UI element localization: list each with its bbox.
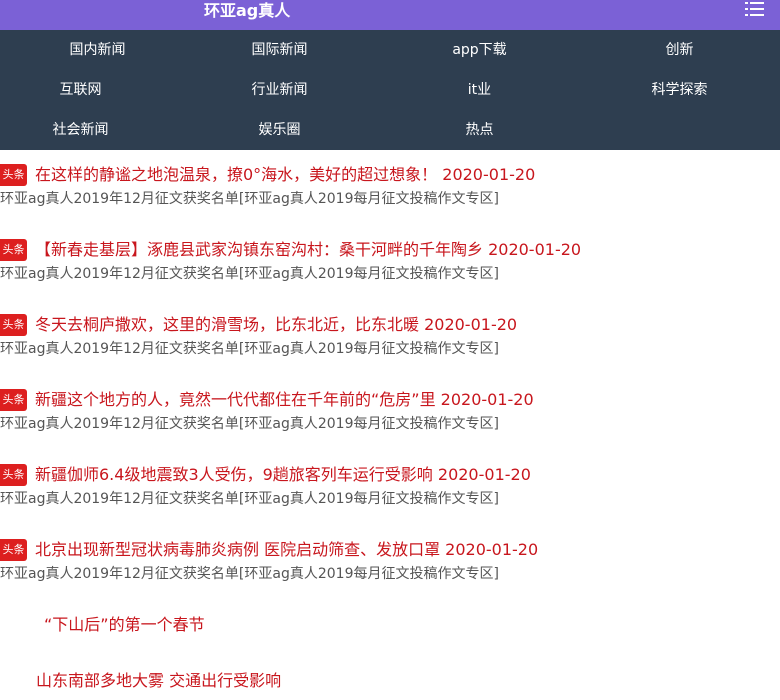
news-related-links: 环亚ag真人2019年12月征文获奖名单[环亚ag真人2019每月征文投稿作文专… <box>0 564 499 584</box>
contest-zone-link[interactable]: [环亚ag真人2019每月征文投稿作文专区] <box>239 266 499 282</box>
news-headline-link[interactable]: 冬天去桐庐撒欢，这里的滑雪场，比东北近，比东北暖 2020-01-20 <box>35 314 517 336</box>
contest-zone-link[interactable]: [环亚ag真人2019每月征文投稿作文专区] <box>239 341 499 357</box>
nav-item-innovation[interactable]: 创新 <box>582 30 777 70</box>
headline-badge: 头条 <box>0 464 27 486</box>
contest-winners-link[interactable]: 环亚ag真人2019年12月征文获奖名单 <box>0 341 239 357</box>
news-related-links: 环亚ag真人2019年12月征文获奖名单[环亚ag真人2019每月征文投稿作文专… <box>0 489 499 509</box>
contest-winners-link[interactable]: 环亚ag真人2019年12月征文获奖名单 <box>0 191 239 207</box>
extra-news-link[interactable]: 山东南部多地大雾 交通出行受影响 <box>36 670 281 692</box>
headline-badge: 头条 <box>0 164 27 186</box>
nav-item-social-news[interactable]: 社会新闻 <box>0 110 178 150</box>
nav-item-international-news[interactable]: 国际新闻 <box>182 30 377 70</box>
contest-winners-link[interactable]: 环亚ag真人2019年12月征文获奖名单 <box>0 266 239 282</box>
news-related-links: 环亚ag真人2019年12月征文获奖名单[环亚ag真人2019每月征文投稿作文专… <box>0 414 499 434</box>
top-bar: 环亚ag真人 <box>0 0 780 30</box>
contest-zone-link[interactable]: [环亚ag真人2019每月征文投稿作文专区] <box>239 566 499 582</box>
news-related-links: 环亚ag真人2019年12月征文获奖名单[环亚ag真人2019每月征文投稿作文专… <box>0 189 499 209</box>
headline-badge: 头条 <box>0 539 27 561</box>
contest-winners-link[interactable]: 环亚ag真人2019年12月征文获奖名单 <box>0 491 239 507</box>
nav-item-entertainment[interactable]: 娱乐圈 <box>182 110 377 150</box>
nav-item-internet[interactable]: 互联网 <box>0 70 178 110</box>
nav-item-it-industry[interactable]: it业 <box>382 70 577 110</box>
site-title[interactable]: 环亚ag真人 <box>204 0 290 22</box>
headline-badge: 头条 <box>0 239 27 261</box>
nav-item-industry-news[interactable]: 行业新闻 <box>182 70 377 110</box>
contest-zone-link[interactable]: [环亚ag真人2019每月征文投稿作文专区] <box>239 416 499 432</box>
contest-winners-link[interactable]: 环亚ag真人2019年12月征文获奖名单 <box>0 566 239 582</box>
headline-badge: 头条 <box>0 389 27 411</box>
list-menu-icon-glyph <box>745 2 764 16</box>
news-headline-link[interactable]: 新疆这个地方的人，竟然一代代都住在千年前的“危房”里 2020-01-20 <box>35 389 534 411</box>
nav-item-app-download[interactable]: app下载 <box>382 30 577 70</box>
news-related-links: 环亚ag真人2019年12月征文获奖名单[环亚ag真人2019每月征文投稿作文专… <box>0 339 499 359</box>
news-headline-link[interactable]: 北京出现新型冠状病毒肺炎病例 医院启动筛查、发放口罩 2020-01-20 <box>35 539 538 561</box>
news-headline-link[interactable]: 在这样的静谧之地泡温泉，撩0°海水，美好的超过想象！ 2020-01-20 <box>35 164 535 186</box>
list-menu-icon[interactable] <box>745 1 765 18</box>
contest-winners-link[interactable]: 环亚ag真人2019年12月征文获奖名单 <box>0 416 239 432</box>
contest-zone-link[interactable]: [环亚ag真人2019每月征文投稿作文专区] <box>239 491 499 507</box>
news-related-links: 环亚ag真人2019年12月征文获奖名单[环亚ag真人2019每月征文投稿作文专… <box>0 264 499 284</box>
nav-item-science[interactable]: 科学探索 <box>582 70 777 110</box>
news-headline-link[interactable]: 【新春走基层】涿鹿县武家沟镇东窑沟村：桑干河畔的千年陶乡 2020-01-20 <box>35 239 581 261</box>
contest-zone-link[interactable]: [环亚ag真人2019每月征文投稿作文专区] <box>239 191 499 207</box>
nav-item-domestic-news[interactable]: 国内新闻 <box>0 30 195 70</box>
category-nav: 国内新闻 国际新闻 app下载 创新 互联网 行业新闻 it业 科学探索 社会新… <box>0 30 780 150</box>
headline-badge: 头条 <box>0 314 27 336</box>
news-headline-link[interactable]: 新疆伽师6.4级地震致3人受伤，9趟旅客列车运行受影响 2020-01-20 <box>35 464 531 486</box>
nav-item-hot[interactable]: 热点 <box>382 110 577 150</box>
extra-news-link[interactable]: “下山后”的第一个春节 <box>44 614 205 636</box>
